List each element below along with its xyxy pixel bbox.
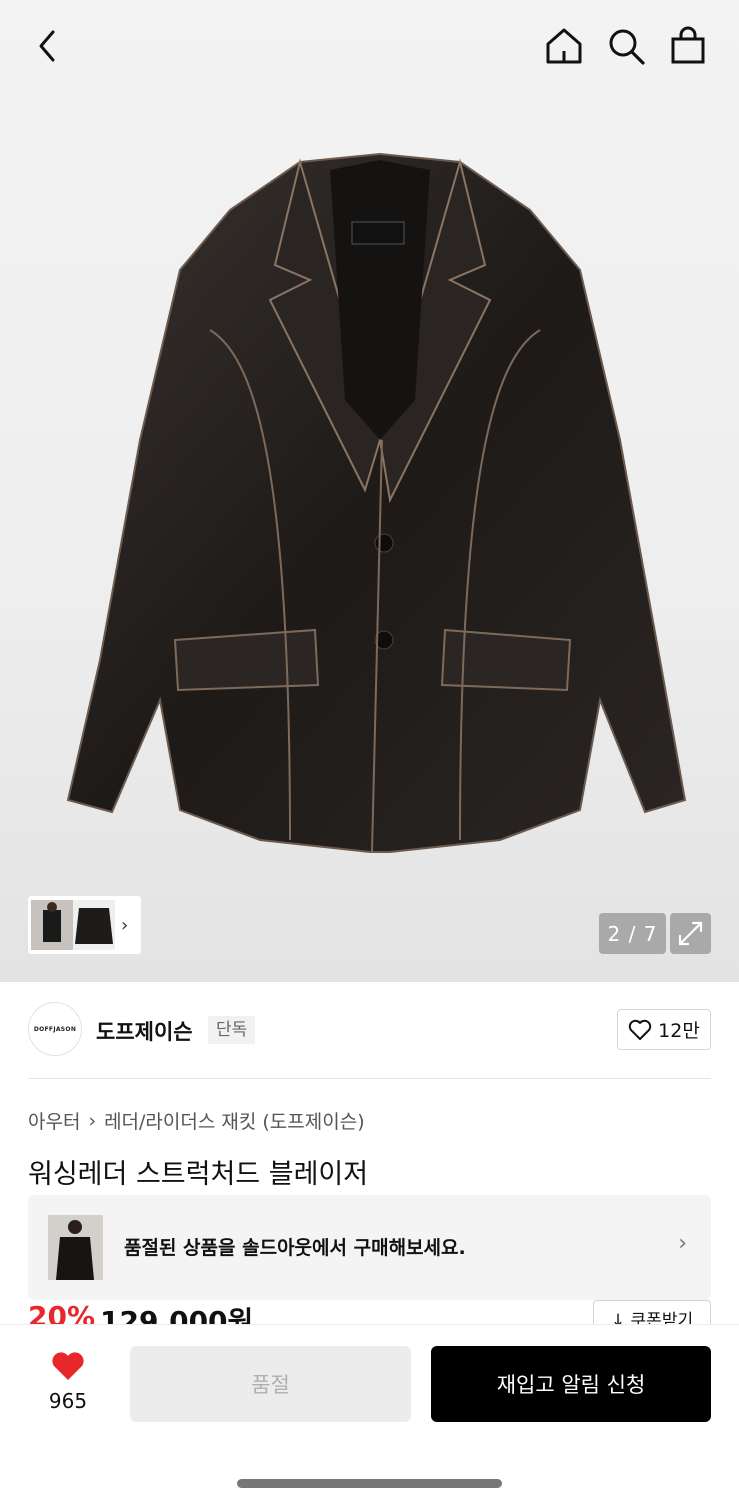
soldout-button: 품절 [130, 1346, 411, 1422]
price-row: 20% 129,000원 ↓ 쿠폰받기 [28, 1300, 711, 1326]
shopping-bag-icon [671, 26, 705, 64]
expand-button[interactable] [670, 913, 711, 954]
wishlist-count: 965 [48, 1389, 88, 1413]
brand-row: DOFFJASON 도프제이슨 단독 12만 [28, 1002, 711, 1058]
expand-icon [678, 921, 703, 946]
breadcrumb-subcategory[interactable]: 레더/라이더스 재킷 (도프제이슨) [104, 1107, 365, 1134]
home-icon [546, 28, 582, 64]
heart-filled-icon [52, 1352, 84, 1380]
brand-like-button[interactable]: 12만 [617, 1009, 711, 1050]
bottom-action-bar: 965 품절 재입고 알림 신청 [0, 1324, 739, 1500]
soldout-banner[interactable]: 품절된 상품을 솔드아웃에서 구매해보세요. › [28, 1195, 711, 1300]
product-image [66, 152, 687, 853]
coupon-button[interactable]: ↓ 쿠폰받기 [593, 1300, 711, 1326]
search-icon [609, 29, 645, 65]
sale-price: 129,000원 [100, 1305, 254, 1326]
chevron-left-icon [39, 30, 55, 62]
divider [28, 1078, 711, 1079]
thumbnail-1[interactable] [31, 900, 73, 950]
exclusive-badge: 단독 [208, 1016, 256, 1044]
chevron-right-icon: › [678, 1231, 687, 1256]
back-button[interactable] [28, 26, 68, 66]
breadcrumb: 아우터 › 레더/라이더스 재킷 (도프제이슨) [28, 1107, 365, 1134]
cart-button[interactable] [666, 24, 710, 68]
soldout-banner-text: 품절된 상품을 솔드아웃에서 구매해보세요. [124, 1237, 466, 1259]
product-image-gallery[interactable]: › 2 / 7 [0, 0, 739, 982]
search-button[interactable] [604, 24, 648, 68]
brand-like-count: 12만 [658, 1020, 700, 1042]
thumbnail-strip[interactable]: › [28, 896, 141, 954]
discount-rate: 20% [28, 1300, 96, 1326]
product-title: 워싱레더 스트럭처드 블레이저 [28, 1159, 369, 1190]
chevron-right-icon[interactable]: › [121, 915, 128, 936]
thumbnail-2[interactable] [73, 900, 115, 950]
chevron-right-icon: › [88, 1109, 97, 1132]
brand-logo[interactable]: DOFFJASON [28, 1002, 82, 1056]
restock-alert-button[interactable]: 재입고 알림 신청 [431, 1346, 711, 1422]
heart-outline-icon [628, 1019, 652, 1040]
soldout-thumbnail [48, 1215, 103, 1280]
brand-name[interactable]: 도프제이슨 [96, 1016, 193, 1046]
image-counter: 2 / 7 [599, 913, 666, 954]
wishlist-button[interactable]: 965 [28, 1345, 108, 1413]
breadcrumb-category[interactable]: 아우터 [28, 1107, 80, 1134]
home-indicator [237, 1479, 502, 1488]
home-button[interactable] [542, 24, 586, 68]
